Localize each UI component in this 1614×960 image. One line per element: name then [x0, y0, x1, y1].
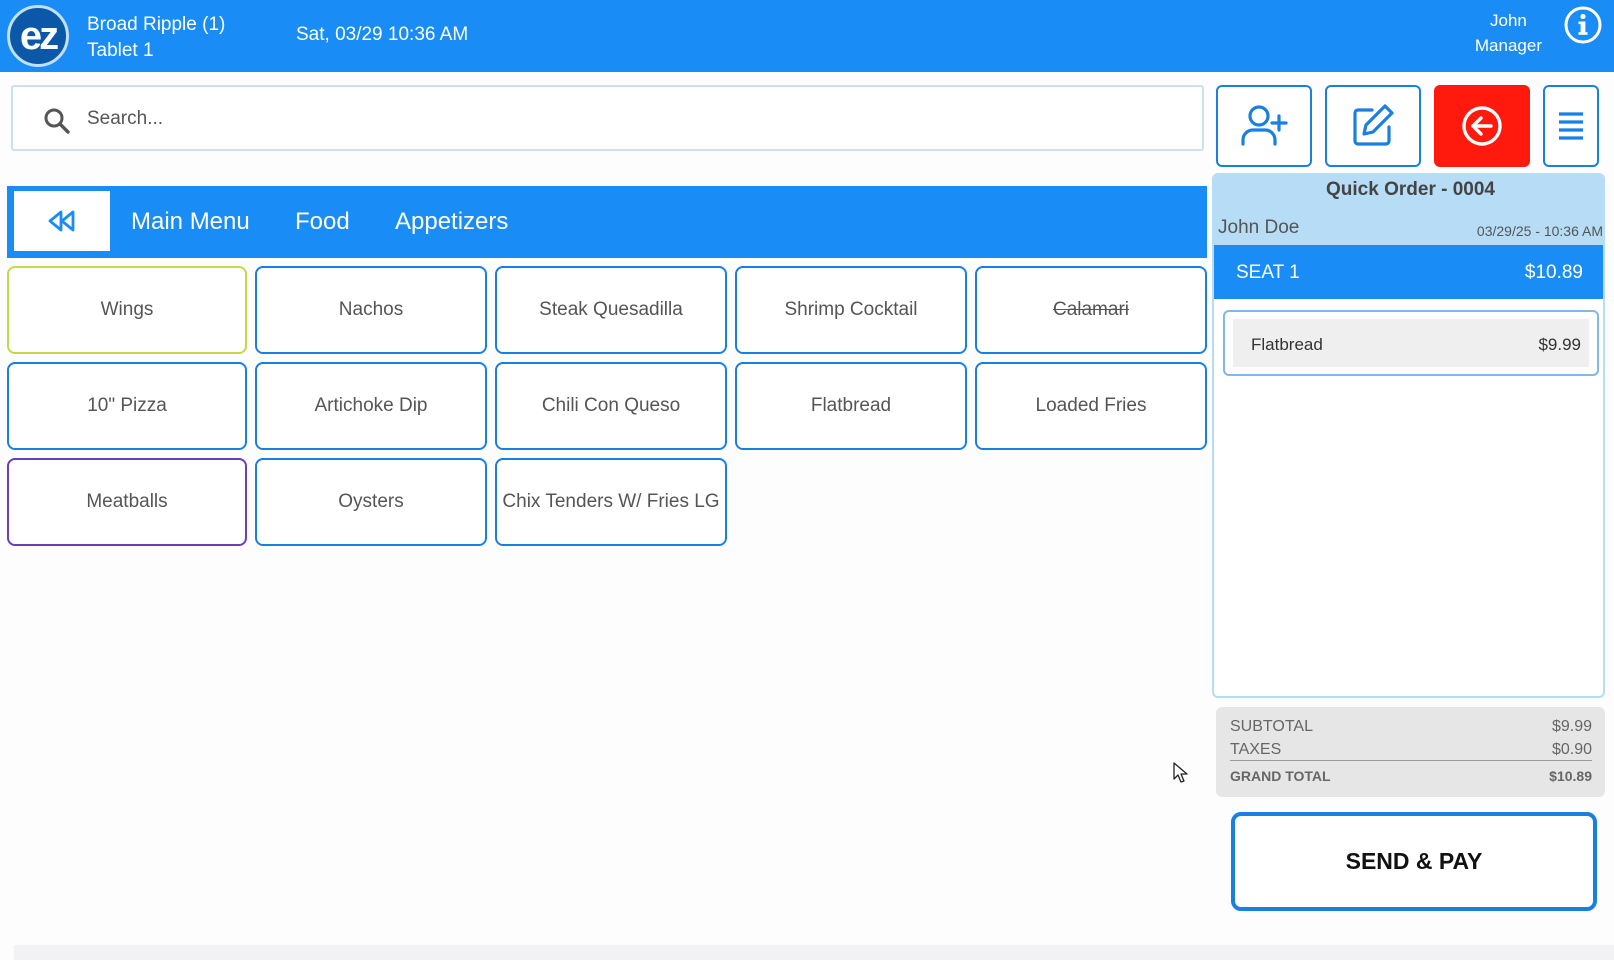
menu-item-button[interactable]: Nachos — [255, 266, 487, 354]
edit-icon — [1353, 104, 1394, 146]
taxes-row: TAXES $0.90 — [1230, 741, 1592, 759]
menu-item-button[interactable]: Wings — [7, 266, 247, 354]
add-user-icon — [1241, 105, 1288, 146]
totals-divider — [1230, 760, 1592, 761]
search-bar[interactable] — [11, 85, 1204, 151]
bottom-strip — [14, 945, 1614, 960]
user-info[interactable]: John Manager — [1475, 8, 1542, 58]
order-line-item[interactable]: Flatbread $9.99 — [1223, 310, 1599, 376]
mouse-cursor-icon — [1173, 762, 1188, 783]
store-name: Broad Ripple (1) — [87, 14, 226, 35]
order-panel: Quick Order - 0004 John Doe 03/29/25 - 1… — [1212, 173, 1605, 698]
subtotal-value: $9.99 — [1551, 718, 1592, 735]
order-title: Quick Order - 0004 — [1326, 179, 1495, 200]
seat-total: $10.89 — [1524, 262, 1583, 283]
menu-item-button[interactable]: Flatbread — [735, 362, 967, 450]
subtotal-label: SUBTOTAL — [1230, 718, 1313, 735]
menu-item-label: Flatbread — [810, 395, 892, 416]
app-logo: ez — [7, 5, 69, 67]
menu-item-label: Loaded Fries — [1035, 395, 1147, 416]
taxes-value: $0.90 — [1551, 741, 1592, 758]
menu-item-button[interactable]: Chix Tenders W/ Fries LG — [495, 458, 727, 546]
menu-item-label: Wings — [100, 299, 154, 320]
send-and-pay-button[interactable]: SEND & PAY — [1231, 812, 1597, 911]
menu-item-button[interactable]: Steak Quesadilla — [495, 266, 727, 354]
search-icon — [44, 108, 70, 134]
menu-item-label: Steak Quesadilla — [539, 299, 683, 320]
top-bar: ez Broad Ripple (1) Tablet 1 Sat, 03/29 … — [0, 0, 1614, 72]
seat-label: SEAT 1 — [1236, 262, 1300, 283]
menu-item-label: Meatballs — [86, 491, 168, 512]
menu-item-button[interactable]: 10" Pizza — [7, 362, 247, 450]
subtotal-row: SUBTOTAL $9.99 — [1230, 718, 1592, 736]
exit-order-button[interactable] — [1434, 85, 1530, 167]
user-name: John — [1490, 11, 1527, 30]
menu-item-label: Shrimp Cocktail — [784, 299, 918, 320]
customer-name[interactable]: John Doe — [1218, 217, 1299, 239]
menu-item-label: 10" Pizza — [87, 395, 167, 416]
add-customer-button[interactable] — [1216, 85, 1312, 167]
user-role: Manager — [1474, 36, 1542, 55]
order-totals: SUBTOTAL $9.99 TAXES $0.90 GRAND TOTAL $… — [1216, 707, 1605, 797]
seat-header[interactable]: SEAT 1 $10.89 — [1214, 245, 1603, 299]
menu-item-button[interactable]: Chili Con Queso — [495, 362, 727, 450]
menu-item-button[interactable]: Meatballs — [7, 458, 247, 546]
breadcrumb-main-menu[interactable]: Main Menu — [131, 208, 250, 236]
menu-item-label: Artichoke Dip — [314, 395, 428, 416]
edit-order-button[interactable] — [1325, 85, 1421, 167]
menu-item-button[interactable]: Calamari — [975, 266, 1207, 354]
grand-total-row: GRAND TOTAL $10.89 — [1230, 768, 1592, 784]
hamburger-menu-icon — [1559, 112, 1583, 140]
line-item-price: $9.99 — [1538, 335, 1581, 354]
order-header: Quick Order - 0004 John Doe 03/29/25 - 1… — [1214, 175, 1603, 245]
menu-item-label: Chix Tenders W/ Fries LG — [502, 491, 720, 512]
arrow-left-circle-icon — [1462, 106, 1502, 146]
line-item-body: Flatbread $9.99 — [1233, 319, 1589, 367]
category-back-button[interactable] — [14, 191, 110, 251]
line-item-name: Flatbread — [1251, 335, 1323, 354]
info-icon[interactable] — [1563, 5, 1603, 45]
grand-total-label: GRAND TOTAL — [1230, 768, 1331, 784]
menu-item-button[interactable]: Oysters — [255, 458, 487, 546]
taxes-label: TAXES — [1230, 741, 1282, 758]
search-input[interactable] — [87, 101, 1177, 137]
breadcrumb-food[interactable]: Food — [295, 208, 350, 236]
menu-item-label: Oysters — [338, 491, 404, 512]
device-name: Tablet 1 — [87, 40, 154, 61]
store-info: Broad Ripple (1) Tablet 1 — [87, 12, 225, 64]
grand-total-value: $10.89 — [1549, 768, 1592, 784]
current-datetime: Sat, 03/29 10:36 AM — [296, 24, 469, 45]
breadcrumb-appetizers[interactable]: Appetizers — [395, 208, 508, 236]
order-timestamp: 03/29/25 - 10:36 AM — [1476, 223, 1603, 239]
menu-item-button[interactable]: Loaded Fries — [975, 362, 1207, 450]
menu-item-button[interactable]: Artichoke Dip — [255, 362, 487, 450]
menu-item-label: Nachos — [338, 299, 404, 320]
rewind-icon — [48, 210, 75, 232]
menu-item-label: Calamari — [1052, 299, 1130, 320]
breadcrumb: Main Menu Food Appetizers — [7, 186, 1207, 258]
menu-item-label: Chili Con Queso — [541, 395, 681, 416]
menu-item-button[interactable]: Shrimp Cocktail — [735, 266, 967, 354]
menu-button[interactable] — [1543, 85, 1599, 167]
